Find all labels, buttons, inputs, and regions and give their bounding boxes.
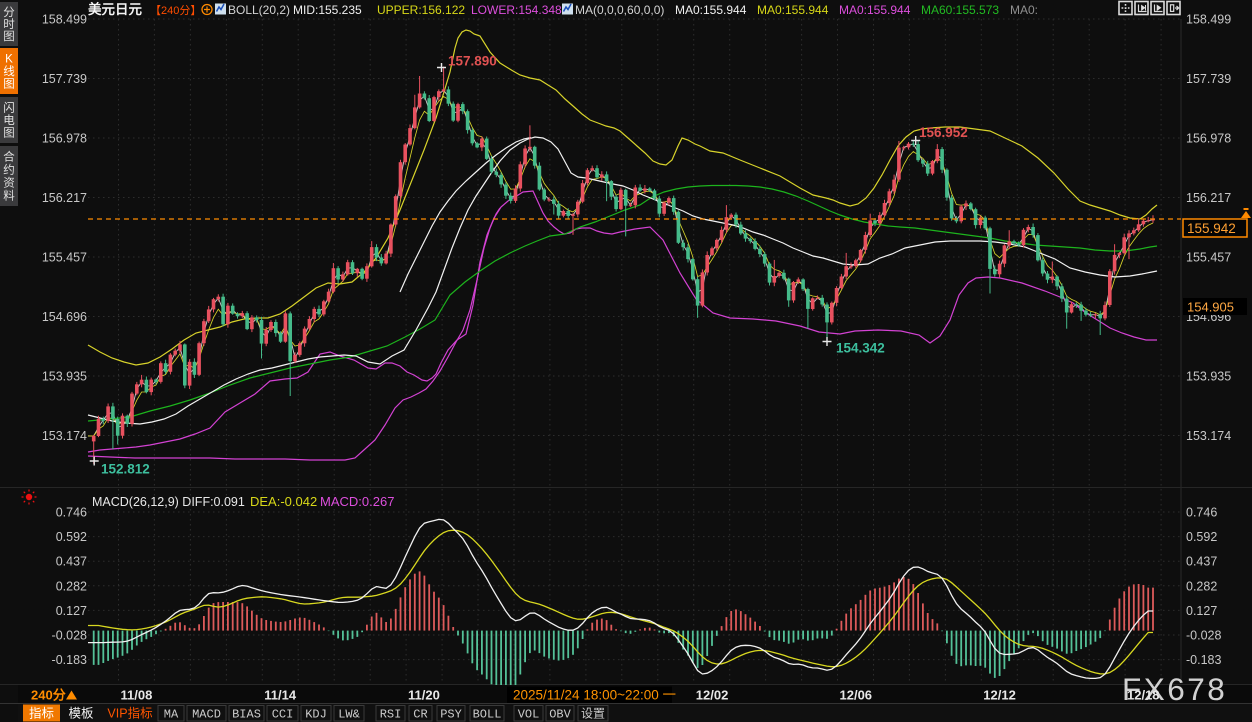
svg-text:图: 图 [3,78,15,91]
svg-text:闪: 闪 [3,100,15,114]
svg-text:图: 图 [3,127,15,140]
svg-text:图: 图 [3,30,15,43]
svg-text:CCI: CCI [272,708,294,722]
svg-text:MA0:155.944: MA0:155.944 [675,3,747,17]
svg-text:153.935: 153.935 [42,370,87,384]
svg-text:153.174: 153.174 [1186,429,1231,443]
svg-text:0.437: 0.437 [56,555,87,569]
svg-text:MA0:: MA0: [1010,3,1038,17]
svg-text:2025/11/24 18:00~22:00 一: 2025/11/24 18:00~22:00 一 [513,688,676,703]
svg-text:指标: 指标 [29,706,54,721]
svg-text:K: K [5,53,13,65]
svg-text:152.812: 152.812 [101,462,150,477]
svg-text:0.437: 0.437 [1186,555,1217,569]
svg-text:资: 资 [3,177,15,190]
svg-text:156.978: 156.978 [42,132,87,146]
svg-text:-0.183: -0.183 [52,653,87,667]
svg-text:0.746: 0.746 [1186,506,1217,520]
svg-text:CR: CR [413,708,427,722]
svg-text:DEA:-0.042: DEA:-0.042 [250,494,317,509]
svg-text:BIAS: BIAS [232,708,261,722]
svg-text:155.457: 155.457 [42,251,87,265]
svg-text:156.978: 156.978 [1186,132,1231,146]
svg-text:158.499: 158.499 [1186,13,1231,27]
svg-text:-0.183: -0.183 [1186,653,1221,667]
svg-text:KDJ: KDJ [305,708,327,722]
svg-text:MA0:155.944: MA0:155.944 [757,3,829,17]
svg-text:合: 合 [3,150,15,164]
svg-text:VIP指标: VIP指标 [107,706,152,721]
svg-text:MA0:155.944: MA0:155.944 [839,3,911,17]
svg-text:料: 料 [3,189,15,203]
svg-text:BOLL: BOLL [473,708,502,722]
svg-text:153.174: 153.174 [42,429,87,443]
svg-text:156.952: 156.952 [919,125,968,140]
svg-text:158.499: 158.499 [42,13,87,27]
svg-text:RSI: RSI [380,708,402,722]
svg-text:0.282: 0.282 [1186,579,1217,593]
svg-text:MA60:155.573: MA60:155.573 [921,3,999,17]
svg-text:MA(0,0,0,60,0,0): MA(0,0,0,60,0,0) [575,3,664,17]
svg-text:MACD(26,12,9) DIFF:0.091: MACD(26,12,9) DIFF:0.091 [92,495,245,509]
svg-text:154.696: 154.696 [42,310,87,324]
svg-text:设置: 设置 [581,707,605,722]
svg-text:12/18: 12/18 [1127,688,1160,703]
svg-text:电: 电 [3,114,15,127]
svg-text:时: 时 [3,18,15,31]
svg-text:153.935: 153.935 [1186,370,1231,384]
svg-text:MA: MA [164,708,179,722]
svg-text:MID:155.235: MID:155.235 [293,3,362,17]
svg-text:【240分】: 【240分】 [150,4,201,17]
svg-text:154.342: 154.342 [836,341,885,356]
svg-text:MACD: MACD [192,708,221,722]
svg-text:11/20: 11/20 [408,688,440,703]
svg-text:11/14: 11/14 [264,688,297,703]
svg-text:0.592: 0.592 [56,530,87,544]
svg-text:线: 线 [3,64,15,78]
svg-text:12/06: 12/06 [840,688,873,703]
svg-text:155.942: 155.942 [1187,221,1236,236]
svg-text:LW&: LW& [338,708,360,722]
svg-text:154.905: 154.905 [1187,300,1234,315]
svg-text:模板: 模板 [68,707,94,721]
svg-text:BOLL(20,2): BOLL(20,2) [228,3,290,17]
svg-text:0.282: 0.282 [56,579,87,593]
svg-text:UPPER:156.122: UPPER:156.122 [377,3,465,17]
svg-text:分: 分 [3,6,15,19]
svg-text:PSY: PSY [440,708,462,722]
svg-text:0.127: 0.127 [56,604,87,618]
svg-text:240分: 240分 [31,688,66,703]
svg-text:12/12: 12/12 [983,688,1016,703]
svg-text:157.890: 157.890 [448,54,497,69]
svg-text:-0.028: -0.028 [52,629,87,643]
svg-text:11/08: 11/08 [121,688,153,703]
svg-text:MACD:0.267: MACD:0.267 [320,494,394,509]
svg-text:0.127: 0.127 [1186,604,1217,618]
svg-text:VOL: VOL [518,708,540,722]
svg-text:157.739: 157.739 [42,72,87,86]
svg-text:-0.028: -0.028 [1186,629,1221,643]
svg-text:156.217: 156.217 [1186,191,1231,205]
svg-text:157.739: 157.739 [1186,72,1231,86]
svg-text:156.217: 156.217 [42,191,87,205]
svg-text:OBV: OBV [549,708,571,722]
svg-text:155.457: 155.457 [1186,251,1231,265]
svg-text:0.592: 0.592 [1186,530,1217,544]
svg-text:LOWER:154.348: LOWER:154.348 [471,3,562,17]
svg-text:12/02: 12/02 [696,688,729,703]
svg-text:美元日元: 美元日元 [88,1,142,17]
svg-text:约: 约 [3,163,15,177]
svg-text:0.746: 0.746 [56,506,87,520]
